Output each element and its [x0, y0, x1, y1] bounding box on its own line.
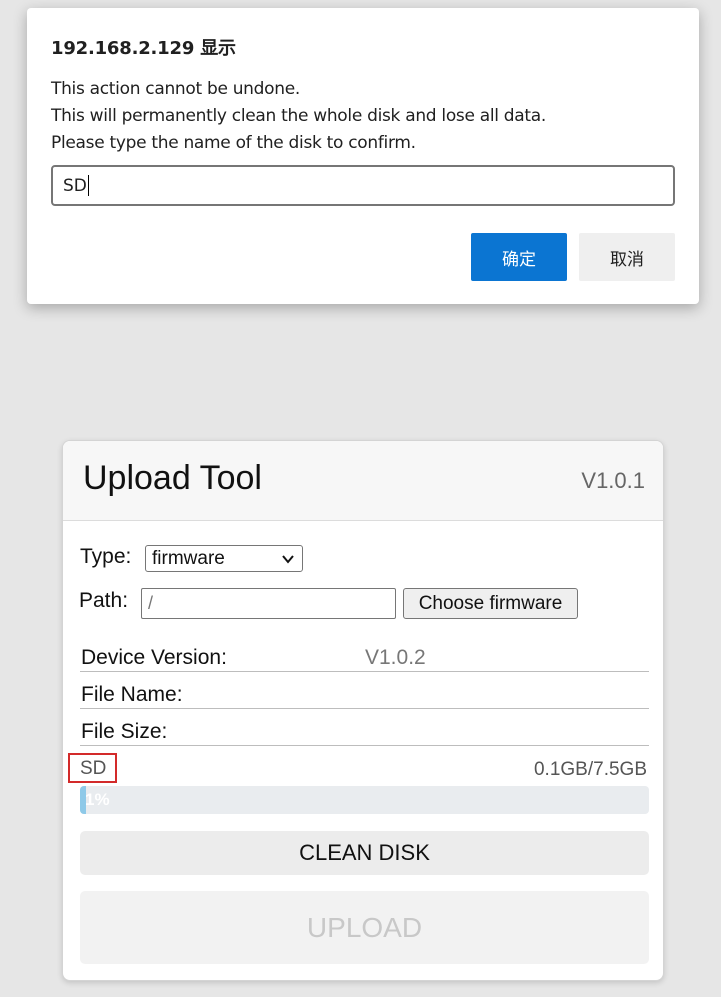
file-name-label: File Name: — [81, 683, 183, 706]
disk-name-confirm-input[interactable]: SD — [51, 165, 675, 206]
card-title: Upload Tool — [83, 459, 262, 497]
dialog-message-line: This will permanently clean the whole di… — [51, 106, 547, 126]
disk-name-highlight: SD — [68, 753, 117, 783]
file-size-row: File Size: — [80, 709, 649, 746]
text-caret — [87, 175, 89, 196]
dialog-message-line: This action cannot be undone. — [51, 79, 300, 99]
type-select[interactable]: firmware — [145, 545, 303, 572]
progress-label: 1% — [85, 790, 110, 809]
type-select-value: firmware — [152, 547, 225, 569]
ok-button[interactable]: 确定 — [471, 233, 567, 281]
device-version-row: Device Version: V1.0.2 — [80, 635, 649, 672]
dialog-title: 192.168.2.129 显示 — [51, 38, 236, 59]
device-version-value: V1.0.2 — [365, 646, 426, 669]
disk-name: SD — [80, 758, 107, 779]
chevron-down-icon — [282, 555, 294, 564]
choose-firmware-button[interactable]: Choose firmware — [403, 588, 578, 619]
path-label: Path: — [79, 589, 129, 612]
card-header: Upload Tool V1.0.1 — [63, 441, 663, 521]
clean-disk-button[interactable]: CLEAN DISK — [80, 831, 649, 875]
path-input[interactable]: / — [141, 588, 396, 619]
upload-tool-card: Upload Tool V1.0.1 Type: firmware Path: … — [62, 440, 664, 981]
disk-usage: 0.1GB/7.5GB — [533, 759, 647, 780]
file-name-row: File Name: — [80, 672, 649, 709]
input-value: SD — [63, 175, 87, 196]
cancel-button[interactable]: 取消 — [579, 233, 675, 281]
app-version: V1.0.1 — [581, 468, 645, 493]
path-input-value: / — [148, 593, 154, 613]
dialog-message-line: Please type the name of the disk to conf… — [51, 133, 416, 153]
file-size-label: File Size: — [81, 720, 168, 743]
type-label: Type: — [80, 545, 132, 568]
upload-button[interactable]: UPLOAD — [80, 891, 649, 964]
confirm-dialog: 192.168.2.129 显示 This action cannot be u… — [27, 8, 699, 304]
disk-usage-progress: 1% — [80, 786, 649, 814]
dialog-message: This action cannot be undone. This will … — [51, 76, 546, 157]
device-version-label: Device Version: — [81, 646, 227, 669]
